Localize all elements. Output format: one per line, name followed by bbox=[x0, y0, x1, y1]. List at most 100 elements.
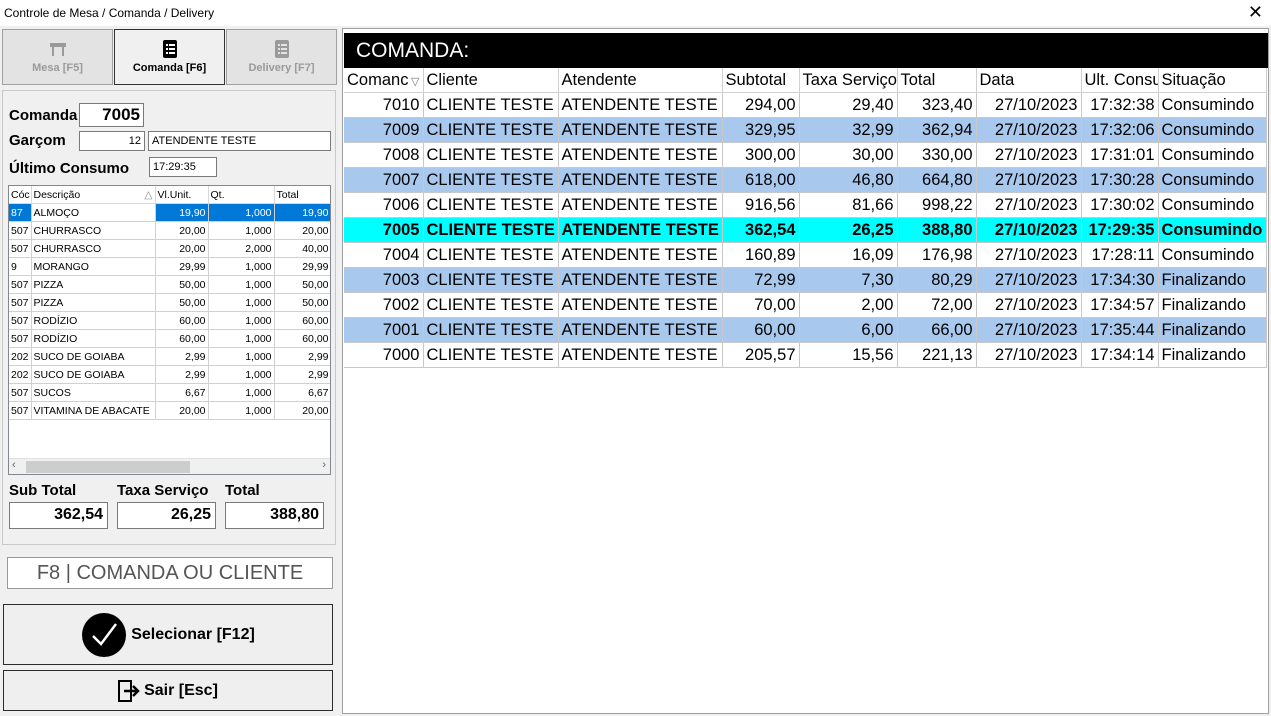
item-row[interactable]: 507 CHURRASCO 20,00 1,000 20,00 bbox=[9, 221, 330, 240]
item-desc: CHURRASCO bbox=[31, 221, 156, 240]
comanda-row[interactable]: 7009 CLIENTE TESTE ATENDENTE TESTE 329,95 32… bbox=[344, 117, 1267, 143]
comanda-data: 27/10/2023 bbox=[976, 117, 1082, 143]
item-qty: 1,000 bbox=[208, 329, 275, 348]
col-taxa-servico[interactable]: Taxa Serviço bbox=[799, 68, 898, 93]
comanda-row[interactable]: 7000 CLIENTE TESTE ATENDENTE TESTE 205,57 15… bbox=[344, 342, 1267, 368]
item-row[interactable]: 507 RODÍZIO 60,00 1,000 60,00 bbox=[9, 329, 330, 348]
comanda-atendente: ATENDENTE TESTE bbox=[558, 192, 723, 218]
comanda-row[interactable]: 7007 CLIENTE TESTE ATENDENTE TESTE 618,00 46… bbox=[344, 167, 1267, 193]
tab-mesa[interactable]: Mesa [F5] bbox=[2, 29, 113, 85]
comanda-row[interactable]: 7008 CLIENTE TESTE ATENDENTE TESTE 300,00 30… bbox=[344, 142, 1267, 168]
item-desc: CHURRASCO bbox=[31, 239, 156, 258]
item-row[interactable]: 507 PIZZA 50,00 1,000 50,00 bbox=[9, 275, 330, 294]
comanda-taxa: 81,66 bbox=[799, 192, 898, 218]
comanda-cliente: CLIENTE TESTE bbox=[423, 242, 559, 268]
comanda-row[interactable]: 7002 CLIENTE TESTE ATENDENTE TESTE 70,00 2,0… bbox=[344, 292, 1267, 318]
item-code: 9 bbox=[9, 257, 32, 276]
comanda-total: 362,94 bbox=[897, 117, 977, 143]
comandas-grid[interactable]: Comanc ▽ Cliente Atendente Subtotal Taxa … bbox=[344, 68, 1268, 368]
ultimo-consumo-field[interactable]: 17:29:35 bbox=[149, 157, 217, 177]
select-button[interactable]: Selecionar [F12] bbox=[3, 604, 333, 665]
comanda-cliente: CLIENTE TESTE bbox=[423, 142, 559, 168]
comanda-row[interactable]: 7006 CLIENTE TESTE ATENDENTE TESTE 916,56 81… bbox=[344, 192, 1267, 218]
col-total[interactable]: Total bbox=[274, 186, 330, 204]
item-unit: 50,00 bbox=[155, 275, 209, 294]
comanda-situacao: Consumindo bbox=[1158, 142, 1267, 168]
comanda-row-selected[interactable]: 7005 CLIENTE TESTE ATENDENTE TESTE 362,54 26… bbox=[344, 217, 1267, 243]
table-icon bbox=[49, 43, 66, 56]
item-desc: VITAMINA DE ABACATE bbox=[31, 401, 156, 420]
comanda-row[interactable]: 7001 CLIENTE TESTE ATENDENTE TESTE 60,00 6,0… bbox=[344, 317, 1267, 343]
comanda-ult-consumo: 17:34:30 bbox=[1081, 267, 1159, 293]
comanda-data: 27/10/2023 bbox=[976, 317, 1082, 343]
garcom-code-field[interactable]: 12 bbox=[79, 131, 145, 151]
comanda-situacao: Consumindo bbox=[1158, 167, 1267, 193]
comanda-cliente-search[interactable]: F8 | COMANDA OU CLIENTE bbox=[7, 557, 333, 589]
comanda-ult-consumo: 17:35:44 bbox=[1081, 317, 1159, 343]
item-row[interactable]: 507 PIZZA 50,00 1,000 50,00 bbox=[9, 293, 330, 312]
comanda-data: 27/10/2023 bbox=[976, 342, 1082, 368]
comanda-number: 7004 bbox=[344, 242, 424, 268]
col-situacao[interactable]: Situação bbox=[1158, 68, 1267, 93]
taxa-servico-label: Taxa Serviço bbox=[117, 482, 209, 499]
items-grid[interactable]: Cóc Descrição △ Vl.Unit. Qt. Total 87 ALMO… bbox=[8, 185, 331, 475]
select-button-label: Selecionar [F12] bbox=[131, 625, 255, 643]
comanda-number: 7007 bbox=[344, 167, 424, 193]
item-unit: 2,99 bbox=[155, 347, 209, 366]
comanda-total: 998,22 bbox=[897, 192, 977, 218]
tab-comanda-label: Comanda [F6] bbox=[132, 62, 207, 74]
item-desc: SUCOS bbox=[31, 383, 156, 402]
comanda-row[interactable]: 7010 CLIENTE TESTE ATENDENTE TESTE 294,00 29… bbox=[344, 92, 1267, 118]
comanda-data: 27/10/2023 bbox=[976, 267, 1082, 293]
comanda-number: 7001 bbox=[344, 317, 424, 343]
comanda-cliente: CLIENTE TESTE bbox=[423, 92, 559, 118]
col-ult-consumo[interactable]: Ult. Consu bbox=[1081, 68, 1159, 93]
comanda-row[interactable]: 7003 CLIENTE TESTE ATENDENTE TESTE 72,99 7,3… bbox=[344, 267, 1267, 293]
col-cliente[interactable]: Cliente bbox=[423, 68, 559, 93]
col-total[interactable]: Total bbox=[897, 68, 977, 93]
tab-comanda[interactable]: Comanda [F6] bbox=[114, 29, 225, 85]
comanda-situacao: Consumindo bbox=[1158, 92, 1267, 118]
col-atendente[interactable]: Atendente bbox=[558, 68, 723, 93]
comanda-taxa: 6,00 bbox=[799, 317, 898, 343]
comanda-situacao: Consumindo bbox=[1158, 242, 1267, 268]
col-unit-price[interactable]: Vl.Unit. bbox=[155, 186, 209, 204]
item-qty: 1,000 bbox=[208, 221, 275, 240]
item-qty: 1,000 bbox=[208, 203, 275, 222]
tab-delivery[interactable]: Delivery [F7] bbox=[226, 29, 337, 85]
horizontal-scrollbar[interactable]: ‹ › bbox=[9, 458, 330, 474]
comanda-atendente: ATENDENTE TESTE bbox=[558, 167, 723, 193]
item-row[interactable]: 507 VITAMINA DE ABACATE 20,00 1,000 20,00 bbox=[9, 401, 330, 420]
item-row[interactable]: 9 MORANGO 29,99 1,000 29,99 bbox=[9, 257, 330, 276]
item-unit: 60,00 bbox=[155, 329, 209, 348]
col-quantity[interactable]: Qt. bbox=[208, 186, 275, 204]
comanda-ult-consumo: 17:30:28 bbox=[1081, 167, 1159, 193]
exit-icon bbox=[118, 679, 140, 702]
garcom-name-field[interactable]: ATENDENTE TESTE bbox=[148, 131, 331, 151]
scrollbar-thumb[interactable] bbox=[26, 461, 190, 473]
scroll-right-icon[interactable]: › bbox=[322, 459, 326, 471]
item-row[interactable]: 87 ALMOÇO 19,90 1,000 19,90 bbox=[9, 203, 330, 222]
item-row[interactable]: 507 CHURRASCO 20,00 2,000 40,00 bbox=[9, 239, 330, 258]
exit-button[interactable]: Sair [Esc] bbox=[3, 670, 333, 711]
comanda-subtotal: 618,00 bbox=[722, 167, 800, 193]
item-desc: MORANGO bbox=[31, 257, 156, 276]
item-row[interactable]: 202 SUCO DE GOIABA 2,99 1,000 2,99 bbox=[9, 365, 330, 384]
col-data[interactable]: Data bbox=[976, 68, 1082, 93]
close-icon[interactable]: ✕ bbox=[1248, 2, 1263, 23]
col-code[interactable]: Cóc bbox=[9, 186, 32, 204]
scroll-left-icon[interactable]: ‹ bbox=[12, 459, 16, 471]
comanda-subtotal: 294,00 bbox=[722, 92, 800, 118]
comanda-taxa: 46,80 bbox=[799, 167, 898, 193]
col-subtotal[interactable]: Subtotal bbox=[722, 68, 800, 93]
col-comanda[interactable]: Comanc ▽ bbox=[344, 68, 424, 93]
col-description[interactable]: Descrição △ bbox=[31, 186, 156, 204]
item-row[interactable]: 507 SUCOS 6,67 1,000 6,67 bbox=[9, 383, 330, 402]
item-row[interactable]: 507 RODÍZIO 60,00 1,000 60,00 bbox=[9, 311, 330, 330]
item-desc: SUCO DE GOIABA bbox=[31, 347, 156, 366]
comanda-row[interactable]: 7004 CLIENTE TESTE ATENDENTE TESTE 160,89 16… bbox=[344, 242, 1267, 268]
comanda-ult-consumo: 17:29:35 bbox=[1081, 217, 1159, 243]
comanda-label: Comanda bbox=[9, 107, 78, 124]
item-row[interactable]: 202 SUCO DE GOIABA 2,99 1,000 2,99 bbox=[9, 347, 330, 366]
comanda-number-field[interactable]: 7005 bbox=[79, 103, 144, 127]
